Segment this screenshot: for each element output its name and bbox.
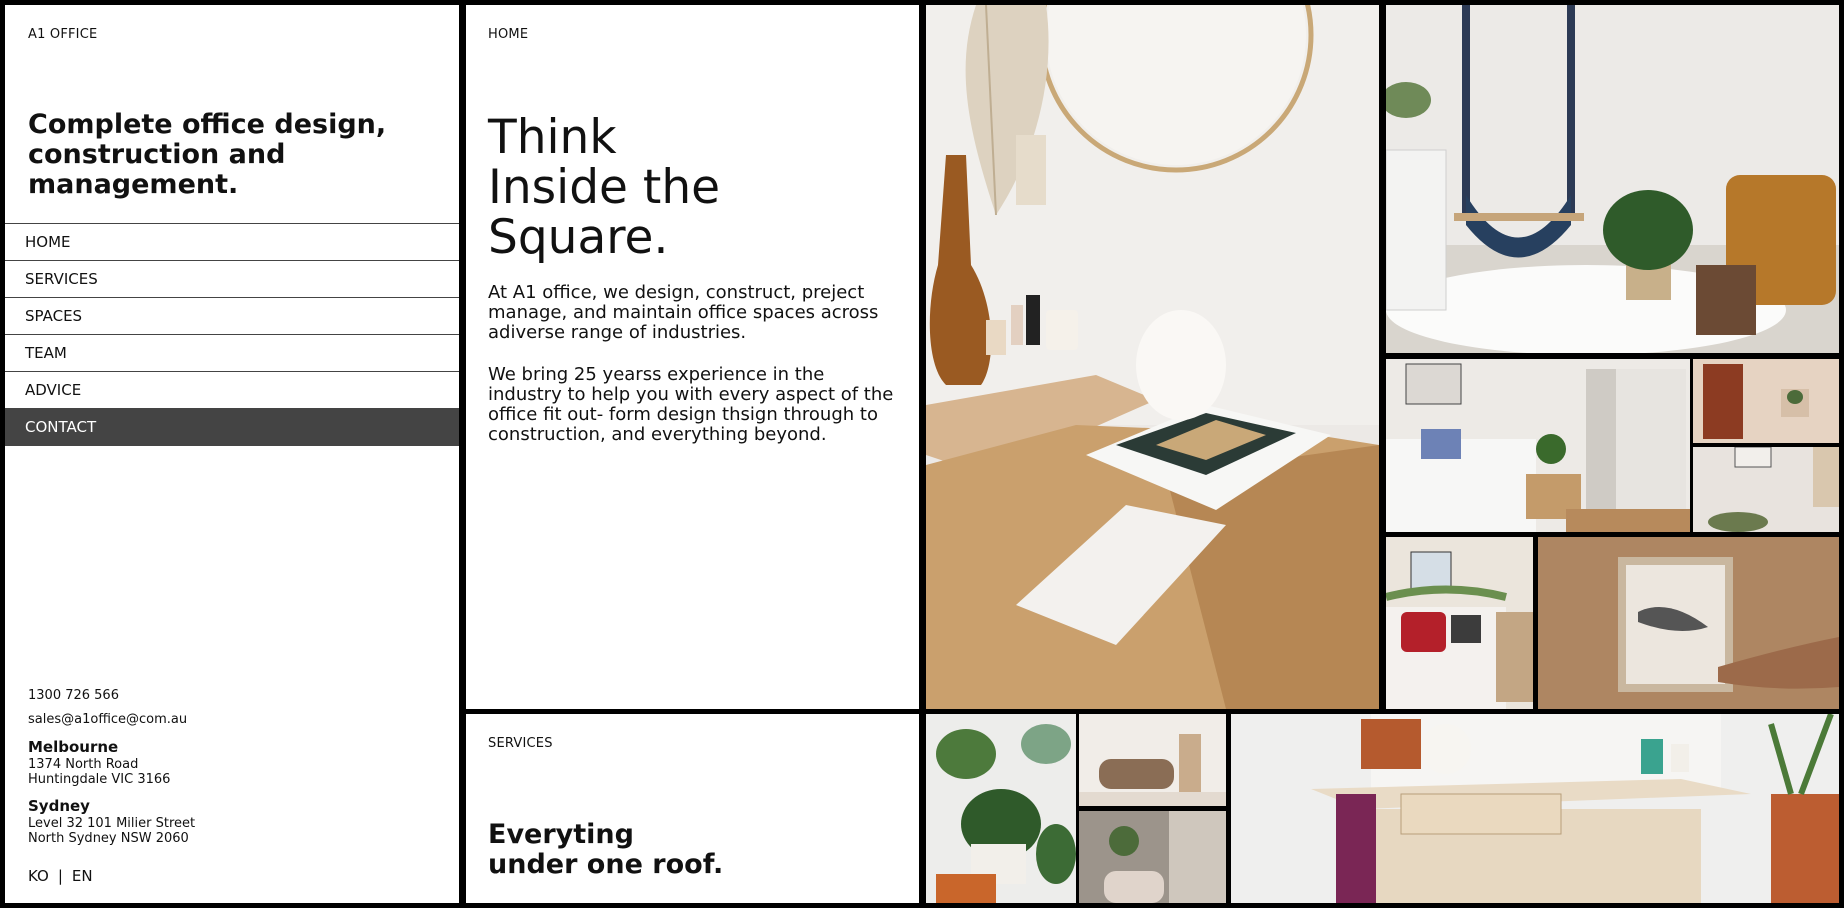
- hero-body: At A1 office, we design, construct, prej…: [488, 283, 898, 467]
- hero-headline-line: Square.: [488, 210, 669, 265]
- photo-framed-whale: [1538, 537, 1839, 709]
- hero-paragraph: We bring 25 yearss experience in the ind…: [488, 364, 894, 445]
- services-headline-line: Everyting: [488, 819, 634, 850]
- office-address-line: North Sydney NSW 2060: [28, 831, 189, 846]
- office-address-line: Huntingdale VIC 3166: [28, 772, 171, 787]
- hero-headline-line: Think: [488, 110, 617, 165]
- office-address-line: Level 32 101 Milier Street: [28, 816, 196, 831]
- services-headline-line: under one roof.: [488, 849, 724, 880]
- services-headline: Everyting under one roof.: [488, 820, 788, 880]
- office-address-line: 1374 North Road: [28, 757, 139, 772]
- photo-bathroom: [1079, 811, 1226, 903]
- photo-bathtub: [1079, 714, 1226, 806]
- tagline: Complete office design, construction and…: [28, 109, 387, 200]
- lang-ko-link[interactable]: KO: [28, 867, 49, 885]
- office-city-melbourne: Melbourne: [28, 738, 119, 756]
- services-panel[interactable]: SERVICES Everyting under one roof.: [466, 714, 919, 903]
- nav-item-advice[interactable]: ADVICE: [5, 372, 459, 409]
- office-city-sydney: Sydney: [28, 797, 90, 815]
- nav-item-home[interactable]: HOME: [5, 224, 459, 261]
- contact-info: 1300 726 566 sales@a1office@com.au Melbo…: [28, 687, 428, 846]
- hero-headline-line: Inside the: [488, 160, 721, 215]
- sidebar-panel: A1 OFFICE Complete office design, constr…: [5, 5, 459, 903]
- section-label: SERVICES: [488, 736, 553, 751]
- language-switcher: KO | EN: [28, 867, 93, 885]
- photo-writing-desk: [1231, 714, 1839, 903]
- nav-item-contact[interactable]: CONTACT: [5, 409, 459, 446]
- hero-paragraph: At A1 office, we design, construct, prej…: [488, 282, 879, 343]
- email-link[interactable]: sales@a1office@com.au: [28, 711, 428, 728]
- photo-bed-red-pillow: [1386, 537, 1533, 709]
- photo-bedroom: [1386, 359, 1690, 532]
- nav-item-team[interactable]: TEAM: [5, 335, 459, 372]
- photo-baby-swing-room: [1386, 5, 1839, 353]
- lang-separator: |: [57, 867, 63, 885]
- nav-item-spaces[interactable]: SPACES: [5, 298, 459, 335]
- photo-wall-hanging: [1693, 447, 1839, 532]
- lang-en-link[interactable]: EN: [72, 867, 93, 885]
- nav-item-services[interactable]: SERVICES: [5, 261, 459, 298]
- section-label: HOME: [488, 27, 529, 42]
- photo-wall-niche: [1693, 359, 1839, 443]
- hero-panel: HOME Think Inside the Square. At A1 offi…: [466, 5, 919, 709]
- brand-logo[interactable]: A1 OFFICE: [28, 27, 97, 42]
- phone-link[interactable]: 1300 726 566: [28, 687, 428, 704]
- hero-headline: Think Inside the Square.: [488, 113, 848, 263]
- photo-houseplants: [926, 714, 1076, 903]
- photo-desk-mirror: [926, 5, 1379, 709]
- main-nav: HOME SERVICES SPACES TEAM ADVICE CONTACT: [5, 223, 459, 446]
